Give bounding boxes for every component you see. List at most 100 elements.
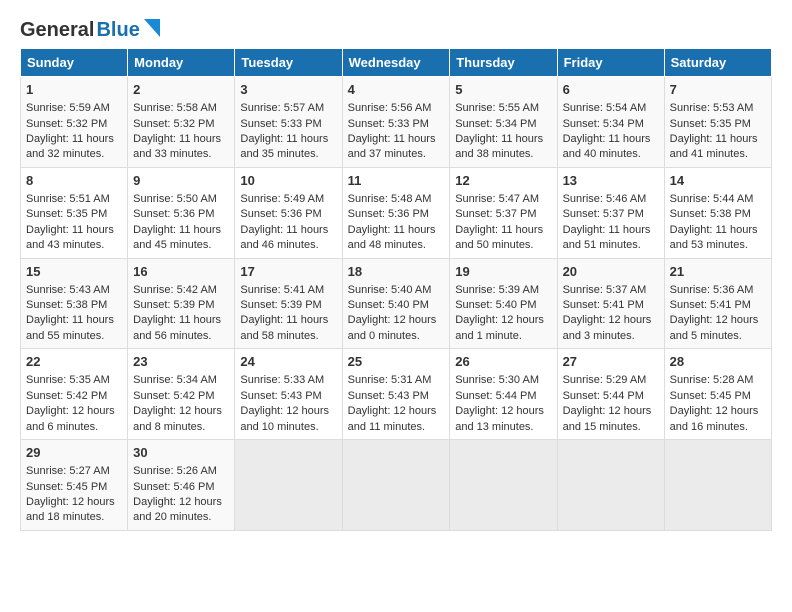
table-row: 1Sunrise: 5:59 AMSunset: 5:32 PMDaylight…	[21, 77, 128, 168]
sunset-text: Sunset: 5:41 PM	[670, 298, 766, 313]
sunrise-text: Sunrise: 5:57 AM	[240, 101, 336, 116]
table-row: 6Sunrise: 5:54 AMSunset: 5:34 PMDaylight…	[557, 77, 664, 168]
sunset-text: Sunset: 5:36 PM	[133, 207, 229, 222]
daylight-text: Daylight: 12 hours and 18 minutes.	[26, 495, 122, 526]
day-number: 26	[455, 353, 551, 371]
daylight-text: Daylight: 11 hours and 37 minutes.	[348, 132, 445, 163]
daylight-text: Daylight: 11 hours and 38 minutes.	[455, 132, 551, 163]
day-number: 10	[240, 172, 336, 190]
calendar-week-2: 15Sunrise: 5:43 AMSunset: 5:38 PMDayligh…	[21, 258, 772, 349]
calendar-table: SundayMondayTuesdayWednesdayThursdayFrid…	[20, 48, 772, 531]
sunset-text: Sunset: 5:38 PM	[26, 298, 122, 313]
sunset-text: Sunset: 5:43 PM	[348, 389, 445, 404]
day-number: 29	[26, 444, 122, 462]
sunrise-text: Sunrise: 5:51 AM	[26, 192, 122, 207]
sunset-text: Sunset: 5:38 PM	[670, 207, 766, 222]
day-number: 3	[240, 81, 336, 99]
table-row	[342, 440, 450, 531]
table-row: 13Sunrise: 5:46 AMSunset: 5:37 PMDayligh…	[557, 167, 664, 258]
table-row: 17Sunrise: 5:41 AMSunset: 5:39 PMDayligh…	[235, 258, 342, 349]
table-row: 18Sunrise: 5:40 AMSunset: 5:40 PMDayligh…	[342, 258, 450, 349]
table-row: 11Sunrise: 5:48 AMSunset: 5:36 PMDayligh…	[342, 167, 450, 258]
daylight-text: Daylight: 11 hours and 50 minutes.	[455, 223, 551, 254]
sunrise-text: Sunrise: 5:31 AM	[348, 373, 445, 388]
daylight-text: Daylight: 12 hours and 1 minute.	[455, 313, 551, 344]
sunset-text: Sunset: 5:37 PM	[563, 207, 659, 222]
sunrise-text: Sunrise: 5:37 AM	[563, 283, 659, 298]
day-number: 14	[670, 172, 766, 190]
daylight-text: Daylight: 11 hours and 48 minutes.	[348, 223, 445, 254]
day-number: 16	[133, 263, 229, 281]
table-row: 29 Sunrise: 5:27 AMSunset: 5:45 PMDayligh…	[21, 440, 128, 531]
header-saturday: Saturday	[664, 49, 771, 77]
calendar-week-1: 8Sunrise: 5:51 AMSunset: 5:35 PMDaylight…	[21, 167, 772, 258]
table-row: 3Sunrise: 5:57 AMSunset: 5:33 PMDaylight…	[235, 77, 342, 168]
sunrise-text: Sunrise: 5:42 AM	[133, 283, 229, 298]
header-friday: Friday	[557, 49, 664, 77]
sunrise-text: Sunrise: 5:33 AM	[240, 373, 336, 388]
sunrise-text: Sunrise: 5:41 AM	[240, 283, 336, 298]
day-number: 28	[670, 353, 766, 371]
table-row: 24Sunrise: 5:33 AMSunset: 5:43 PMDayligh…	[235, 349, 342, 440]
table-row	[664, 440, 771, 531]
daylight-text: Daylight: 11 hours and 58 minutes.	[240, 313, 336, 344]
sunrise-text: Sunrise: 5:55 AM	[455, 101, 551, 116]
daylight-text: Daylight: 11 hours and 45 minutes.	[133, 223, 229, 254]
table-row: 20 Sunrise: 5:37 AMSunset: 5:41 PMDayligh…	[557, 258, 664, 349]
table-row: 10Sunrise: 5:49 AMSunset: 5:36 PMDayligh…	[235, 167, 342, 258]
table-row: 7Sunrise: 5:53 AMSunset: 5:35 PMDaylight…	[664, 77, 771, 168]
daylight-text: Daylight: 12 hours and 3 minutes.	[563, 313, 659, 344]
sunset-text: Sunset: 5:42 PM	[133, 389, 229, 404]
sunrise-text: Sunrise: 5:43 AM	[26, 283, 122, 298]
day-number: 9	[133, 172, 229, 190]
sunrise-text: Sunrise: 5:59 AM	[26, 101, 122, 116]
sunset-text: Sunset: 5:33 PM	[240, 117, 336, 132]
sunrise-text: Sunrise: 5:30 AM	[455, 373, 551, 388]
day-number: 6	[563, 81, 659, 99]
sunset-text: Sunset: 5:36 PM	[240, 207, 336, 222]
daylight-text: Daylight: 12 hours and 13 minutes.	[455, 404, 551, 435]
day-number: 12	[455, 172, 551, 190]
day-number: 4	[348, 81, 445, 99]
daylight-text: Daylight: 12 hours and 15 minutes.	[563, 404, 659, 435]
sunrise-text: Sunrise: 5:44 AM	[670, 192, 766, 207]
day-number: 15	[26, 263, 122, 281]
daylight-text: Daylight: 11 hours and 53 minutes.	[670, 223, 766, 254]
day-number: 17	[240, 263, 336, 281]
table-row: 2Sunrise: 5:58 AMSunset: 5:32 PMDaylight…	[128, 77, 235, 168]
table-row: 12Sunrise: 5:47 AMSunset: 5:37 PMDayligh…	[450, 167, 557, 258]
daylight-text: Daylight: 12 hours and 20 minutes.	[133, 495, 229, 526]
sunset-text: Sunset: 5:39 PM	[133, 298, 229, 313]
logo-arrow-icon	[144, 19, 160, 37]
day-number: 23	[133, 353, 229, 371]
daylight-text: Daylight: 12 hours and 16 minutes.	[670, 404, 766, 435]
table-row: 23Sunrise: 5:34 AMSunset: 5:42 PMDayligh…	[128, 349, 235, 440]
table-row: 25Sunrise: 5:31 AMSunset: 5:43 PMDayligh…	[342, 349, 450, 440]
sunrise-text: Sunrise: 5:58 AM	[133, 101, 229, 116]
sunrise-text: Sunrise: 5:27 AM	[26, 464, 122, 479]
sunset-text: Sunset: 5:46 PM	[133, 480, 229, 495]
sunset-text: Sunset: 5:36 PM	[348, 207, 445, 222]
day-number: 13	[563, 172, 659, 190]
daylight-text: Daylight: 11 hours and 32 minutes.	[26, 132, 122, 163]
sunset-text: Sunset: 5:41 PM	[563, 298, 659, 313]
calendar-week-3: 22Sunrise: 5:35 AMSunset: 5:42 PMDayligh…	[21, 349, 772, 440]
day-number: 1	[26, 81, 122, 99]
sunset-text: Sunset: 5:37 PM	[455, 207, 551, 222]
header-monday: Monday	[128, 49, 235, 77]
day-number: 8	[26, 172, 122, 190]
day-number: 19	[455, 263, 551, 281]
day-number: 20	[563, 263, 659, 281]
daylight-text: Daylight: 12 hours and 0 minutes.	[348, 313, 445, 344]
sunset-text: Sunset: 5:45 PM	[26, 480, 122, 495]
daylight-text: Daylight: 12 hours and 11 minutes.	[348, 404, 445, 435]
daylight-text: Daylight: 11 hours and 46 minutes.	[240, 223, 336, 254]
daylight-text: Daylight: 11 hours and 55 minutes.	[26, 313, 122, 344]
daylight-text: Daylight: 12 hours and 6 minutes.	[26, 404, 122, 435]
sunrise-text: Sunrise: 5:56 AM	[348, 101, 445, 116]
daylight-text: Daylight: 11 hours and 40 minutes.	[563, 132, 659, 163]
sunset-text: Sunset: 5:40 PM	[348, 298, 445, 313]
sunset-text: Sunset: 5:32 PM	[133, 117, 229, 132]
daylight-text: Daylight: 12 hours and 8 minutes.	[133, 404, 229, 435]
sunrise-text: Sunrise: 5:35 AM	[26, 373, 122, 388]
